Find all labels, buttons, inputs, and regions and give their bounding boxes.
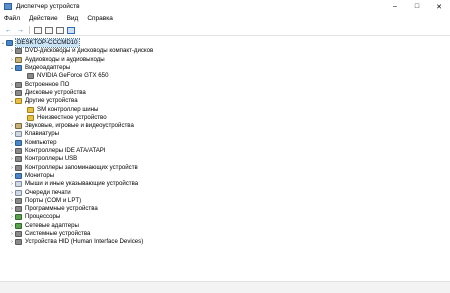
tree-item-label: Встроенное ПО [25,80,70,88]
sound-icon [15,123,22,130]
tree-category-row[interactable]: › Процессоры [9,213,60,221]
tree-item-label: Неизвестное устройство [37,113,107,121]
tree-category-row[interactable]: › Компьютер [9,139,57,147]
unknown-device-warning-icon [27,114,34,121]
tree-category-row[interactable]: › Аудиовходы и аудиовыходы [9,56,105,64]
hid-icon [15,239,22,246]
properties-icon[interactable] [45,26,53,34]
tree-category-row[interactable]: › Мыши и иные указывающие устройства [9,180,138,188]
port-icon [15,197,22,204]
tree-category-row[interactable]: › Системные устройства [9,230,90,238]
system-device-icon [15,231,22,238]
menu-bar: Файл Действие Вид Справка [0,13,450,24]
tree-category-row[interactable]: › Звуковые, игровые и видеоустройства [9,122,134,130]
tree-category-row[interactable]: › Контроллеры IDE ATA/ATAPI [9,147,106,155]
tree-item-label: Очереди печати [25,188,71,196]
tree-item-label: Клавиатуры [25,130,59,138]
menu-help[interactable]: Справка [87,15,113,22]
tree-item-label: SM контроллер шины [37,105,99,113]
tree-item-label: Сетевые адаптеры [25,221,79,229]
tree-category-row[interactable]: › Контроллеры запоминающих устройств [9,164,138,172]
tree-item-label: NVIDIA GeForce GTX 650 [37,72,109,80]
tree-item-label: Звуковые, игровые и видеоустройства [25,122,134,130]
menu-view[interactable]: Вид [67,15,79,22]
print-queue-icon [15,189,22,196]
toolbar-separator [29,26,30,34]
show-hide-console-tree-icon[interactable] [34,26,42,34]
minimize-button[interactable]: – [384,0,406,13]
tree-device-row[interactable]: Неизвестное устройство [27,114,107,122]
tree-item-label: Аудиовходы и аудиовыходы [25,55,105,63]
tree-root[interactable]: ⌄ DESKTOP-CCCMD10 [0,38,80,49]
tree-item-label: Контроллеры IDE ATA/ATAPI [25,147,106,155]
tree-item-label: Порты (COM и LPT) [25,196,82,204]
tree-item-label: Дисковые устройства [25,88,86,96]
maximize-button[interactable]: □ [406,0,428,13]
tree-item-label: Видеоадаптеры [25,64,71,72]
processor-icon [15,214,22,221]
tree-item-label: Системные устройства [25,230,91,238]
menu-action[interactable]: Действие [29,15,58,22]
unknown-device-warning-icon [27,106,34,113]
tree-category-row[interactable]: › Контроллеры USB [9,155,77,163]
window-title: Диспетчер устройств [16,3,80,10]
back-button[interactable]: ← [4,26,13,34]
scan-hardware-changes-icon[interactable] [67,26,75,34]
tree-item-label: Контроллеры USB [25,155,78,163]
forward-button[interactable]: → [16,26,25,34]
menu-file[interactable]: Файл [4,15,20,22]
tree-item-label: Устройства HID (Human Interface Devices) [25,238,144,246]
gpu-icon [27,73,34,80]
help-icon[interactable] [56,26,64,34]
display-adapter-icon [15,65,22,72]
device-tree: ⌄ DESKTOP-CCCMD10 › DVD-дисководы и диско… [0,37,450,281]
other-devices-icon [15,98,22,105]
tree-item-label: DVD-дисководы и дисководы компакт-дисков [25,47,154,55]
tree-item-label: Мыши и иные указывающие устройства [25,180,139,188]
tree-category-row[interactable]: › Дисковые устройства [9,89,86,97]
tree-item-label: Контроллеры запоминающих устройств [25,163,138,171]
network-adapter-icon [15,222,22,229]
tree-category-row[interactable]: › Встроенное ПО [9,81,69,89]
tree-item-label: Компьютер [25,138,57,146]
tree-category-row[interactable]: › Мониторы [9,172,54,180]
tree-item-label: Программные устройства [25,205,98,213]
ide-controller-icon [15,148,22,155]
device-manager-app-icon [4,3,12,10]
tree-category-row[interactable]: › Программные устройства [9,205,98,213]
tree-item-label: Другие устройства [25,97,78,105]
tree-category-row[interactable]: › Устройства HID (Human Interface Devices… [9,238,143,246]
tree-category-row[interactable]: › DVD-дисководы и дисководы компакт-диско… [9,47,153,55]
audio-io-icon [15,56,22,63]
tree-category-row[interactable]: › Сетевые адаптеры [9,222,79,230]
toolbar: ← → [0,25,450,36]
keyboard-icon [15,131,22,138]
computer-icon [15,139,22,146]
disk-drive-icon [15,89,22,96]
tree-category-row[interactable]: ⌄ Другие устройства [9,97,78,105]
monitor-icon [15,172,22,179]
software-device-icon [15,206,22,213]
firmware-icon [15,81,22,88]
tree-device-row[interactable]: SM контроллер шины [27,105,98,113]
tree-device-row[interactable]: NVIDIA GeForce GTX 650 [27,72,108,80]
computer-icon [6,40,13,47]
dvd-drive-icon [15,48,22,55]
tree-item-label: Мониторы [25,171,55,179]
tree-category-row[interactable]: › Клавиатуры [9,130,59,138]
tree-category-row[interactable]: ⌄ Видеоадаптеры [9,64,70,72]
title-bar: Диспетчер устройств – □ ✕ [0,0,450,13]
storage-controller-icon [15,164,22,171]
window-controls: – □ ✕ [384,0,450,13]
tree-item-label: Процессоры [25,213,61,221]
status-bar [0,281,450,293]
usb-icon [15,156,22,163]
tree-category-row[interactable]: › Очереди печати [9,188,71,196]
mouse-icon [15,181,22,188]
tree-category-row[interactable]: › Порты (COM и LPT) [9,197,81,205]
close-button[interactable]: ✕ [428,0,450,13]
tree-root-label: DESKTOP-CCCMD10 [15,38,80,49]
